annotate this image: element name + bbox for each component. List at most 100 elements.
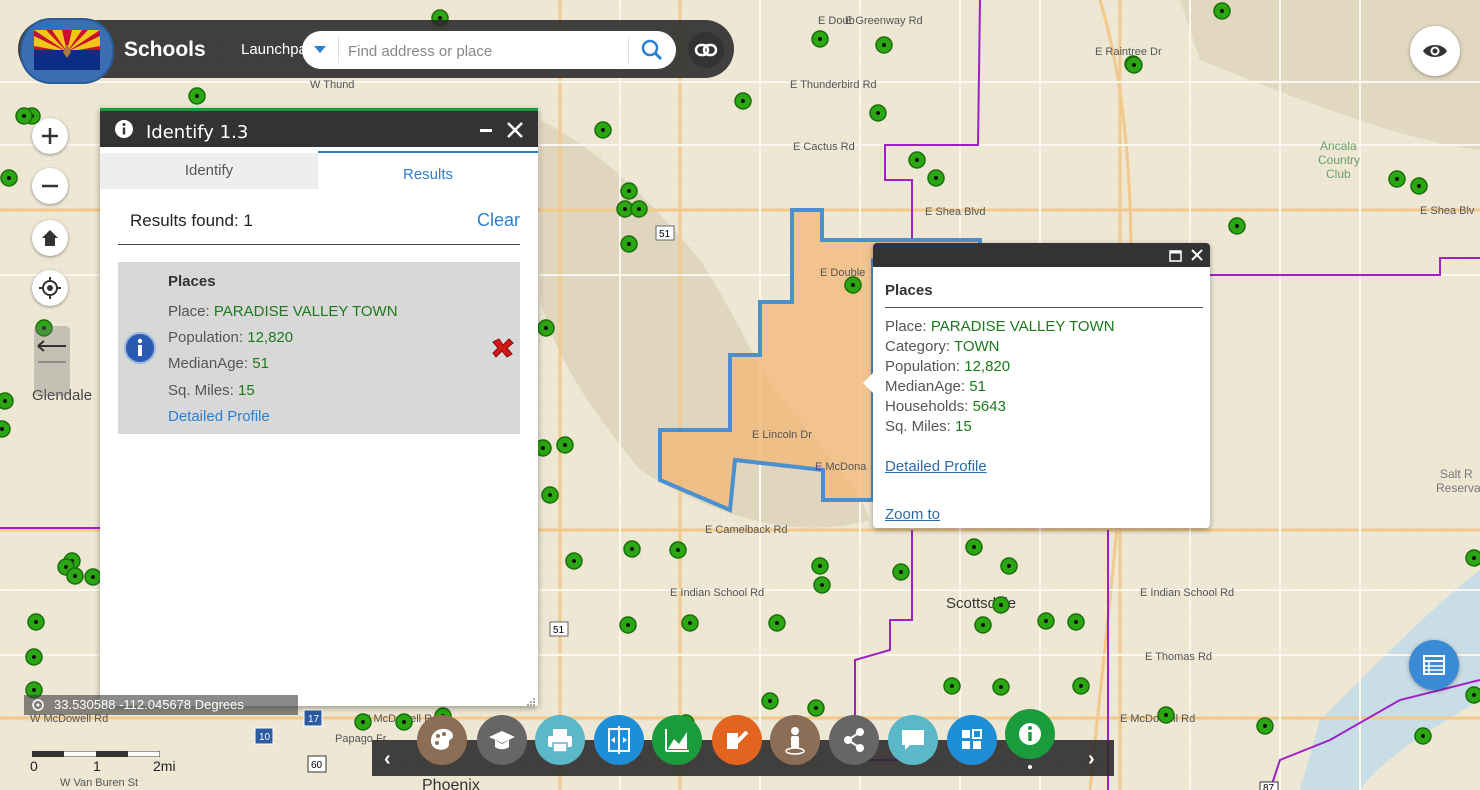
zoom-out-button[interactable] [32,168,68,204]
svg-text:E Indian School Rd: E Indian School Rd [670,587,764,599]
school-marker-dot [1132,63,1136,67]
school-marker-dot [3,399,7,403]
resize-grip-icon[interactable] [526,694,536,706]
locate-icon[interactable] [32,270,68,306]
popup-divider [885,307,1203,308]
school-marker-dot [1421,734,1425,738]
result-card[interactable]: Places Place: PARADISE VALLEY TOWN Popul… [118,262,520,434]
school-marker-dot [1472,556,1476,560]
school-marker-dot [934,176,938,180]
popup-sq-miles-value: 15 [955,418,972,435]
launchpad-label[interactable]: Launchpad [241,41,303,58]
svg-text:51: 51 [553,625,565,636]
panel-titlebar[interactable]: Identify 1.3 [100,111,538,147]
street-view-button[interactable] [770,715,820,765]
tab-identify[interactable]: Identify [100,153,318,189]
school-marker-dot [32,688,36,692]
coordinate-text: 33.530588 -112.045678 Degrees [54,697,244,712]
identify-button[interactable] [1005,709,1055,759]
school-marker-dot [820,583,824,587]
school-marker-dot [563,443,567,447]
app-title: Schools [124,38,206,61]
school-marker-dot [402,720,406,724]
popup-category: Category: TOWN [885,338,1000,355]
result-place: Place: PARADISE VALLEY TOWN [168,303,398,320]
school-marker-dot [623,207,627,211]
school-marker-dot [0,427,4,431]
minimize-icon[interactable] [480,129,492,132]
search-input[interactable] [346,36,620,66]
coordinate-icon[interactable] [30,697,46,716]
back-arrow-icon[interactable] [34,326,70,396]
basemap-gallery-button[interactable] [417,715,467,765]
popup-place-label: Place: [885,318,927,335]
results-found-label: Results found: 1 [130,211,253,231]
svg-text:60: 60 [311,760,323,771]
result-sq-miles-label: Sq. Miles: [168,382,234,399]
search-source-dropdown-icon[interactable] [314,46,326,53]
popup-zoom-to-link[interactable]: Zoom to [885,506,940,523]
link-icon[interactable] [688,32,724,68]
toolbar-page-indicator [1028,765,1032,769]
chart-button[interactable] [652,715,702,765]
tab-results[interactable]: Results [318,151,538,191]
svg-text:E Greenway Rd: E Greenway Rd [845,15,923,27]
eye-icon[interactable] [1410,26,1460,76]
svg-text:E Cactus Rd: E Cactus Rd [793,141,855,153]
svg-text:Ancala: Ancala [1320,139,1357,153]
school-marker-dot [627,189,631,193]
comments-button[interactable] [888,715,938,765]
popup-sq-miles: Sq. Miles: 15 [885,418,972,435]
share-button[interactable] [829,715,879,765]
svg-text:10: 10 [259,732,271,743]
school-marker-dot [814,706,818,710]
school-marker-dot [915,158,919,162]
swipe-button[interactable] [594,715,644,765]
result-place-value: PARADISE VALLEY TOWN [213,303,398,320]
result-median-age-label: MedianAge: [168,355,249,372]
svg-text:17: 17 [308,714,320,725]
school-marker-dot [981,623,985,627]
toolbar-next-icon[interactable]: › [1088,748,1095,771]
popup-category-label: Category: [885,338,951,355]
popup-heading: Places [885,282,933,299]
education-button[interactable] [477,715,527,765]
scalebar [31,744,161,758]
school-marker-dot [882,43,886,47]
school-marker-dot [1263,724,1267,728]
popup-households-value: 5643 [972,398,1006,415]
toolbar-prev-icon[interactable]: ‹ [384,748,391,771]
svg-text:Phoenix: Phoenix [422,777,480,790]
svg-text:E Shea Blvd: E Shea Blvd [925,206,986,218]
popup-median-age-value: 51 [969,378,986,395]
info-circle-icon [124,332,156,369]
svg-text:Reserva: Reserva [1436,481,1480,495]
result-population: Population: 12,820 [168,329,293,346]
result-detailed-profile-link[interactable]: Detailed Profile [168,408,270,425]
svg-text:87: 87 [1263,783,1275,790]
remove-result-icon[interactable] [490,336,516,365]
popup-households-label: Households: [885,398,969,415]
maximize-icon[interactable] [1169,249,1182,267]
home-icon[interactable] [32,220,68,256]
search-icon[interactable] [636,35,668,65]
svg-text:Salt R: Salt R [1440,467,1473,481]
scalebar-label: 0 [30,758,38,774]
clear-link[interactable]: Clear [477,210,520,231]
zoom-in-button[interactable] [32,118,68,154]
svg-text:E Thunderbird Rd: E Thunderbird Rd [790,79,877,91]
school-marker-dot [34,620,38,624]
close-icon[interactable] [506,121,524,144]
close-icon[interactable] [1190,248,1204,267]
school-marker-dot [1235,224,1239,228]
school-marker-dot [676,548,680,552]
school-marker-dot [818,37,822,41]
draw-button[interactable] [712,715,762,765]
results-found-text: Results found: [130,211,239,230]
popup-place: Place: PARADISE VALLEY TOWN [885,318,1115,335]
print-button[interactable] [535,715,585,765]
svg-text:51: 51 [659,229,671,240]
widget-gallery-button[interactable] [947,715,997,765]
attribute-table-icon[interactable] [1409,640,1459,690]
popup-detailed-profile-link[interactable]: Detailed Profile [885,458,987,475]
